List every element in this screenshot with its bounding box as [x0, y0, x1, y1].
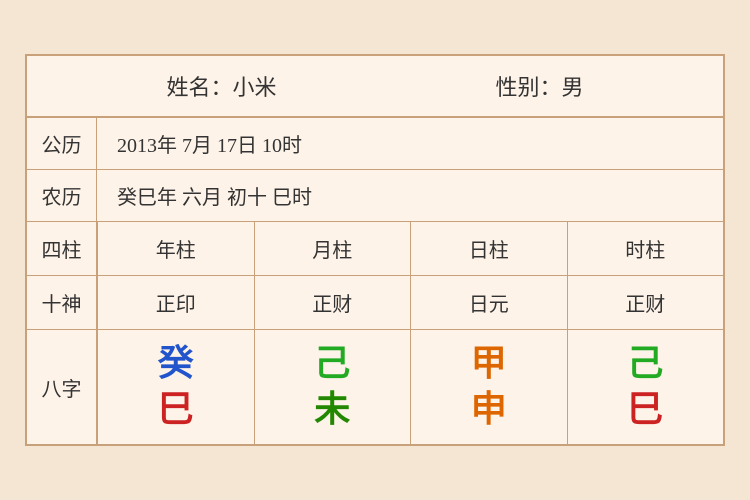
bazhi-bottom-2: 申: [471, 390, 507, 430]
bazhi-bottom-3: 巳: [627, 390, 663, 430]
solar-label: 公历: [27, 118, 97, 169]
name-label: 姓名：小米: [166, 70, 276, 102]
main-container: 姓名：小米 性别：男 公历 2013年 7月 17日 10时 农历 癸巳年 六月…: [25, 54, 725, 445]
ten-gods-2: 日元: [410, 276, 567, 329]
bazhi-cell-2: 甲 申: [410, 330, 567, 443]
ten-gods-0: 正印: [97, 276, 254, 329]
lunar-label: 农历: [27, 170, 97, 221]
bazhi-top-2: 甲: [471, 344, 507, 384]
bazhi-top-3: 己: [627, 344, 663, 384]
four-pillars-label: 四柱: [27, 222, 97, 275]
lunar-row: 农历 癸巳年 六月 初十 巳时: [27, 170, 723, 222]
bazhi-cell-0: 癸 巳: [97, 330, 254, 443]
four-pillars-row: 四柱 年柱 月柱 日柱 时柱: [27, 222, 723, 276]
solar-row: 公历 2013年 7月 17日 10时: [27, 118, 723, 170]
bazhi-row: 八字 癸 巳 己 未 甲 申 己 巳: [27, 330, 723, 443]
ten-gods-1: 正财: [254, 276, 411, 329]
ten-gods-grid: 正印 正财 日元 正财: [97, 276, 723, 329]
bazhi-cell-3: 己 巳: [567, 330, 724, 443]
solar-value: 2013年 7月 17日 10时: [97, 119, 723, 168]
bazhi-top-1: 己: [314, 344, 350, 384]
lunar-value: 癸巳年 六月 初十 巳时: [97, 171, 723, 220]
pillar-year: 年柱: [97, 222, 254, 275]
pillar-hour: 时柱: [567, 222, 724, 275]
ten-gods-3: 正财: [567, 276, 724, 329]
pillar-month: 月柱: [254, 222, 411, 275]
pillar-day: 日柱: [410, 222, 567, 275]
header-row: 姓名：小米 性别：男: [27, 56, 723, 118]
ten-gods-row: 十神 正印 正财 日元 正财: [27, 276, 723, 330]
bazhi-top-0: 癸: [158, 344, 194, 384]
bazhi-cell-1: 己 未: [254, 330, 411, 443]
four-pillars-grid: 年柱 月柱 日柱 时柱: [97, 222, 723, 275]
bazhi-grid: 癸 巳 己 未 甲 申 己 巳: [97, 330, 723, 443]
bazhi-bottom-0: 巳: [158, 390, 194, 430]
bazhi-bottom-1: 未: [314, 390, 350, 430]
gender-label: 性别：男: [495, 70, 583, 102]
ten-gods-label: 十神: [27, 276, 97, 329]
bazhi-label: 八字: [27, 330, 97, 443]
